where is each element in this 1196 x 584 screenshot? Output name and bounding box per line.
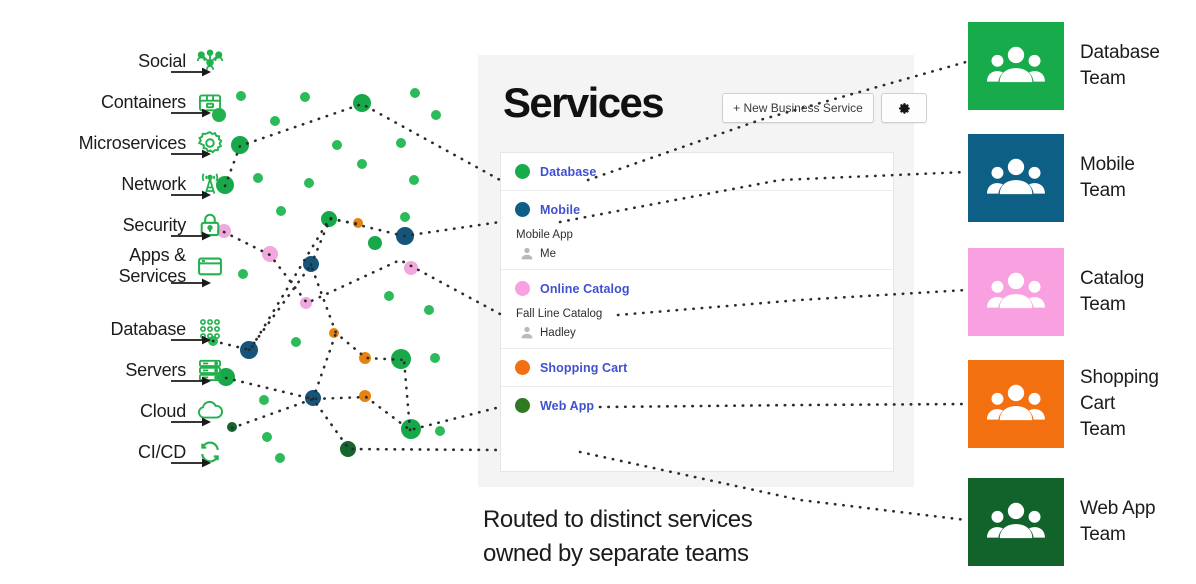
connector-line bbox=[558, 170, 968, 224]
connector-line bbox=[222, 230, 502, 316]
connector-line bbox=[309, 217, 361, 267]
routing-connector-lines bbox=[211, 60, 968, 522]
connector-line bbox=[211, 216, 502, 352]
connector-line bbox=[578, 450, 968, 522]
connector-line bbox=[224, 376, 502, 432]
connector-line bbox=[402, 358, 412, 432]
connector-line bbox=[598, 402, 968, 409]
connector-line bbox=[247, 262, 406, 362]
connector-line bbox=[311, 331, 338, 401]
connector-line bbox=[223, 102, 502, 188]
infographic-canvas: Social Containers Microservices Network Secu… bbox=[0, 0, 1196, 584]
connector-line bbox=[586, 60, 968, 182]
connector-line bbox=[230, 397, 502, 452]
connector-line bbox=[616, 288, 968, 317]
